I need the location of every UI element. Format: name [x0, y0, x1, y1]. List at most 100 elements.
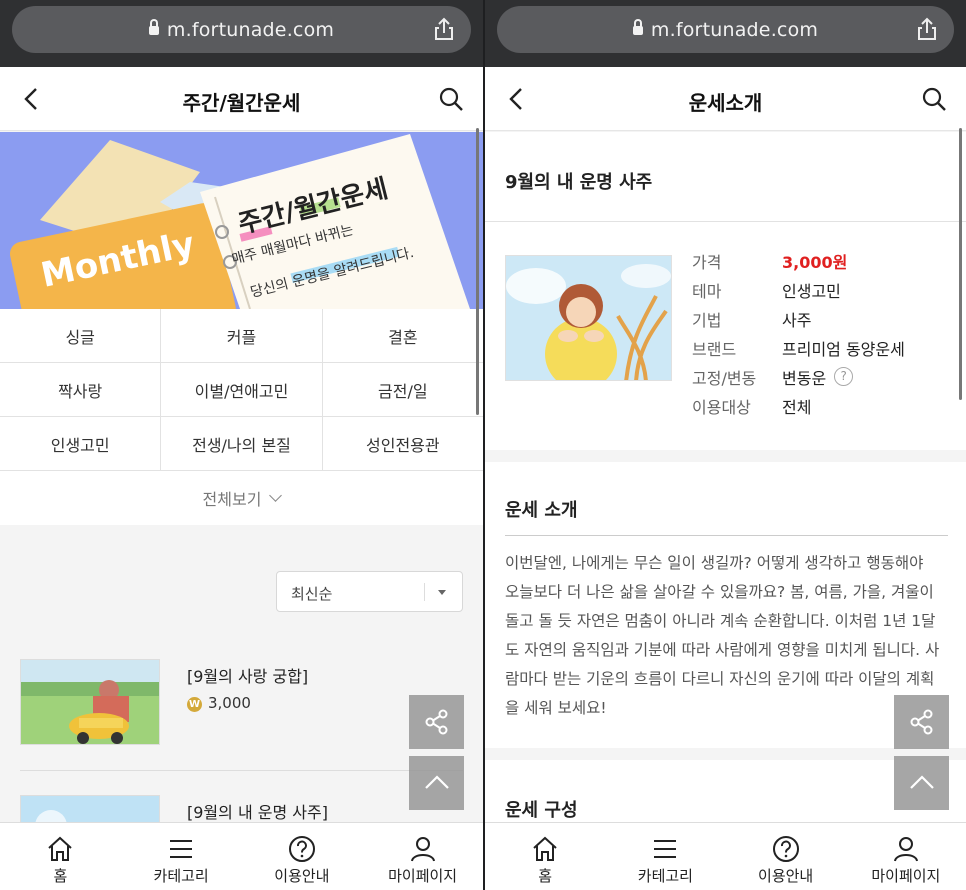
- category-adult[interactable]: 성인전용관: [323, 417, 483, 470]
- intro-line: 람마다 받는 기운의 흐름이 다르니 자신의 운기에 따라 이달의 계획: [505, 670, 935, 688]
- lock-icon: [632, 19, 643, 35]
- nav-mypage[interactable]: 마이페이지: [846, 823, 966, 890]
- category-breakup[interactable]: 이별/연애고민: [161, 363, 323, 416]
- nav-label: 카테고리: [637, 867, 693, 885]
- user-icon: [893, 837, 918, 862]
- info-value: 변동운: [782, 368, 827, 388]
- category-couple[interactable]: 커플: [161, 309, 323, 362]
- product-info-table: 가격 3,000원 테마 인생고민 기법 사주 브랜드 프리미엄 동양운세 고정/변동 변…: [692, 246, 905, 420]
- chevron-up-icon: [424, 775, 449, 789]
- list-item[interactable]: [9월의 사랑 궁합] W 3,000: [20, 659, 463, 749]
- intro-line: 도 자연의 움직임과 기분에 따라 사람에게 영향을 미치게 됩니다. 사: [505, 641, 940, 659]
- lock-icon: [148, 19, 159, 35]
- right-screen: m.fortunade.com 운세소개 9월의 내 운명 사주 가격 3,000…: [483, 0, 966, 890]
- category-row: 싱글 커플 결혼: [0, 309, 483, 363]
- search-icon[interactable]: [920, 85, 948, 113]
- product-title: [9월의 내 운명 사주]: [187, 803, 328, 822]
- bottom-nav: 홈 카테고리 이용안내 마이페이지: [485, 822, 966, 890]
- share-button[interactable]: [409, 695, 464, 749]
- share-icon[interactable]: [914, 16, 940, 42]
- share-icon[interactable]: [431, 16, 457, 42]
- help-icon[interactable]: ?: [834, 367, 854, 386]
- sort-selected: 최신순: [291, 585, 333, 603]
- info-row-price: 가격 3,000원: [692, 246, 905, 275]
- info-key: 이용대상: [692, 397, 751, 417]
- category-row: 인생고민 전생/나의 본질 성인전용관: [0, 417, 483, 471]
- product-info-section: 가격 3,000원 테마 인생고민 기법 사주 브랜드 프리미엄 동양운세 고정/변동 변…: [485, 222, 966, 450]
- promo-banner[interactable]: Monthly 주간/월간운세 매주 매월마다 바뀌는 당신의 운명을 알려드립…: [0, 132, 483, 309]
- product-price: W 3,000: [187, 694, 251, 712]
- home-icon: [533, 836, 557, 861]
- composition-title: 운세 구성: [505, 800, 578, 821]
- nav-category[interactable]: 카테고리: [605, 823, 725, 890]
- share-button[interactable]: [894, 695, 949, 749]
- category-money-work[interactable]: 금전/일: [323, 363, 483, 416]
- sort-dropdown[interactable]: 최신순: [276, 571, 463, 612]
- scroll-top-button[interactable]: [894, 756, 949, 810]
- left-screen: m.fortunade.com 주간/월간운세 Monthly 주간/월간운세 …: [0, 0, 483, 890]
- browser-bar: m.fortunade.com: [0, 0, 483, 67]
- product-thumbnail: [20, 659, 160, 745]
- intro-line: 돌고 돌 듯 자연은 멈춤이 아니라 계속 순환합니다. 이처럼 1년 1달: [505, 612, 936, 630]
- view-all-button[interactable]: 전체보기: [0, 471, 483, 525]
- share-icon: [425, 709, 447, 735]
- category-marriage[interactable]: 결혼: [323, 309, 483, 362]
- product-name-section: 9월의 내 운명 사주: [485, 132, 966, 222]
- category-past-life[interactable]: 전생/나의 본질: [161, 417, 323, 470]
- scroll-top-button[interactable]: [409, 756, 464, 810]
- address-bar[interactable]: m.fortunade.com: [497, 6, 954, 53]
- search-icon[interactable]: [437, 85, 465, 113]
- category-row: 짝사랑 이별/연애고민 금전/일: [0, 363, 483, 417]
- view-all-label: 전체보기: [202, 490, 262, 509]
- caret-down-icon: [438, 590, 446, 595]
- category-grid: 싱글 커플 결혼 짝사랑 이별/연애고민 금전/일 인생고민 전생/나의 본질 …: [0, 309, 483, 525]
- menu-icon: [654, 840, 677, 858]
- intro-text: 이번달엔, 나에게는 무슨 일이 생길까? 어떻게 생각하고 행동해야 오늘보다…: [505, 549, 952, 723]
- nav-help[interactable]: 이용안내: [726, 823, 846, 890]
- browser-bar: m.fortunade.com: [485, 0, 966, 67]
- category-single[interactable]: 싱글: [0, 309, 162, 362]
- nav-home[interactable]: 홈: [0, 823, 121, 890]
- info-row-audience: 이용대상 전체: [692, 391, 905, 420]
- intro-title: 운세 소개: [505, 500, 578, 521]
- product-title: [9월의 사랑 궁합]: [187, 667, 309, 686]
- url-text: m.fortunade.com: [166, 19, 335, 41]
- nav-mypage[interactable]: 마이페이지: [362, 823, 483, 890]
- info-row-theme: 테마 인생고민: [692, 275, 905, 304]
- chevron-up-icon: [909, 775, 934, 789]
- info-value: 사주: [782, 310, 812, 330]
- price-value: 3,000: [208, 694, 251, 712]
- intro-divider: [505, 535, 948, 536]
- product-image: [505, 255, 672, 381]
- info-value: 3,000원: [782, 252, 848, 272]
- info-value: 프리미엄 동양운세: [782, 339, 905, 359]
- scrollbar[interactable]: [959, 128, 962, 400]
- nav-category[interactable]: 카테고리: [121, 823, 242, 890]
- coin-icon: W: [187, 697, 202, 712]
- help-icon: [772, 836, 799, 862]
- intro-line: 오늘보다 더 나은 삶을 살아갈 수 있을까요? 봄, 여름, 가을, 겨울이: [505, 583, 934, 601]
- home-icon: [48, 836, 73, 861]
- info-row-method: 기법 사주: [692, 304, 905, 333]
- bottom-nav: 홈 카테고리 이용안내 마이페이지: [0, 822, 483, 890]
- share-icon: [910, 709, 932, 735]
- scrollbar[interactable]: [476, 128, 479, 415]
- category-life[interactable]: 인생고민: [0, 417, 162, 470]
- nav-home[interactable]: 홈: [485, 823, 605, 890]
- info-value: 인생고민: [782, 281, 841, 301]
- product-name: 9월의 내 운명 사주: [505, 172, 653, 193]
- page-title: 주간/월간운세: [182, 91, 301, 115]
- category-crush[interactable]: 짝사랑: [0, 363, 162, 416]
- intro-line: 이번달엔, 나에게는 무슨 일이 생길까? 어떻게 생각하고 행동해야: [505, 554, 924, 572]
- info-value: 전체: [782, 397, 812, 417]
- nav-label: 마이페이지: [388, 867, 458, 885]
- nav-help[interactable]: 이용안내: [242, 823, 363, 890]
- info-row-type: 고정/변동 변동운?: [692, 362, 905, 391]
- info-key: 테마: [692, 281, 722, 301]
- help-icon: [288, 836, 315, 862]
- nav-label: 카테고리: [153, 867, 209, 885]
- info-key: 기법: [692, 310, 722, 330]
- address-bar[interactable]: m.fortunade.com: [12, 6, 471, 53]
- info-key: 가격: [692, 252, 722, 272]
- app-header: 주간/월간운세: [0, 67, 483, 131]
